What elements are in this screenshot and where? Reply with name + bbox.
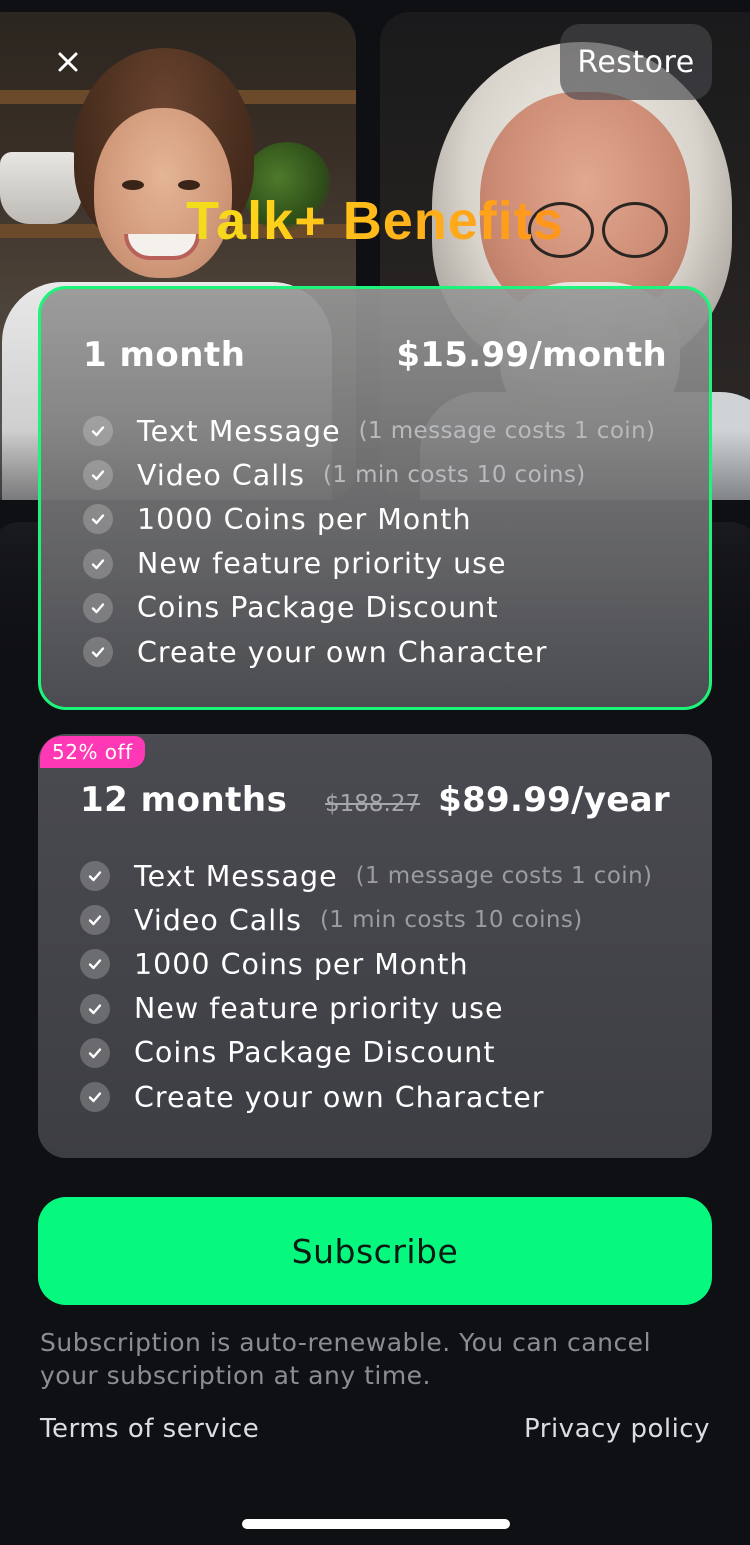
plan-name: 12 months — [80, 780, 288, 820]
benefit-item: 1000 Coins per Month — [80, 942, 702, 986]
check-icon — [83, 504, 113, 535]
woman-eye — [122, 180, 144, 190]
plan-header: 12 months $188.27 $89.99/year — [80, 778, 670, 822]
benefit-text: Video Calls — [137, 458, 305, 492]
benefit-text: Video Calls — [134, 903, 302, 937]
benefit-text: 1000 Coins per Month — [137, 502, 472, 536]
check-icon — [83, 592, 113, 623]
benefit-item: Video Calls (1 min costs 10 coins) — [83, 453, 699, 497]
original-price: $188.27 — [325, 791, 421, 817]
close-icon — [58, 52, 78, 72]
check-icon — [80, 949, 110, 980]
benefit-item: Coins Package Discount — [80, 1031, 702, 1075]
benefit-item: Text Message (1 message costs 1 coin) — [80, 854, 702, 898]
benefit-item: 1000 Coins per Month — [83, 497, 699, 541]
benefit-text: Create your own Character — [134, 1080, 545, 1114]
close-button[interactable] — [36, 30, 100, 94]
plan-card-monthly[interactable]: 1 month $15.99/month Text Message (1 mes… — [38, 286, 712, 710]
check-icon — [83, 460, 113, 491]
benefit-text: New feature priority use — [134, 992, 504, 1026]
benefit-text: Coins Package Discount — [137, 591, 499, 625]
discount-badge: 52% off — [40, 736, 145, 768]
benefit-text: Coins Package Discount — [134, 1036, 496, 1070]
benefit-item: Video Calls (1 min costs 10 coins) — [80, 898, 702, 942]
terms-of-service-link[interactable]: Terms of service — [40, 1414, 259, 1444]
plan-name: 1 month — [83, 335, 246, 375]
benefit-text: Text Message — [137, 414, 341, 448]
page-title: Talk+ Benefits — [0, 190, 750, 252]
benefit-note: (1 message costs 1 coin) — [358, 418, 656, 445]
benefit-text: Text Message — [134, 859, 338, 893]
benefit-item: Text Message (1 message costs 1 coin) — [83, 409, 699, 453]
plan-card-yearly[interactable]: 52% off 12 months $188.27 $89.99/year Te… — [38, 734, 712, 1158]
check-icon — [83, 416, 113, 447]
price-group: $188.27 $89.99/year — [325, 780, 670, 820]
home-indicator[interactable] — [242, 1519, 510, 1529]
benefit-item: Create your own Character — [80, 1075, 702, 1119]
benefit-item: Coins Package Discount — [83, 586, 699, 630]
paywall-screen: Restore Talk+ Benefits 1 month $15.99/mo… — [0, 0, 750, 1545]
plan-header: 1 month $15.99/month — [83, 333, 667, 377]
benefit-text: 1000 Coins per Month — [134, 947, 469, 981]
privacy-policy-link[interactable]: Privacy policy — [524, 1414, 710, 1444]
auto-renew-notice: Subscription is auto-renewable. You can … — [40, 1328, 652, 1390]
plan-price: $15.99/month — [396, 335, 667, 375]
check-icon — [80, 993, 110, 1024]
benefit-note: (1 min costs 10 coins) — [322, 462, 586, 489]
check-icon — [80, 905, 110, 936]
check-icon — [80, 1082, 110, 1113]
check-icon — [80, 1037, 110, 1068]
benefit-item: New feature priority use — [80, 987, 702, 1031]
check-icon — [83, 637, 113, 668]
subscribe-button[interactable]: Subscribe — [38, 1197, 712, 1305]
benefit-text: New feature priority use — [137, 547, 507, 581]
restore-button[interactable]: Restore — [560, 24, 712, 100]
benefit-note: (1 message costs 1 coin) — [355, 863, 653, 890]
plan-price: $89.99/year — [438, 780, 670, 820]
benefit-note: (1 min costs 10 coins) — [319, 907, 583, 934]
check-icon — [80, 861, 110, 892]
benefit-list: Text Message (1 message costs 1 coin) Vi… — [80, 854, 702, 1119]
benefit-text: Create your own Character — [137, 635, 548, 669]
benefit-list: Text Message (1 message costs 1 coin) Vi… — [83, 409, 699, 674]
benefit-item: Create your own Character — [83, 630, 699, 674]
woman-eye — [178, 180, 200, 190]
benefit-item: New feature priority use — [83, 542, 699, 586]
check-icon — [83, 548, 113, 579]
